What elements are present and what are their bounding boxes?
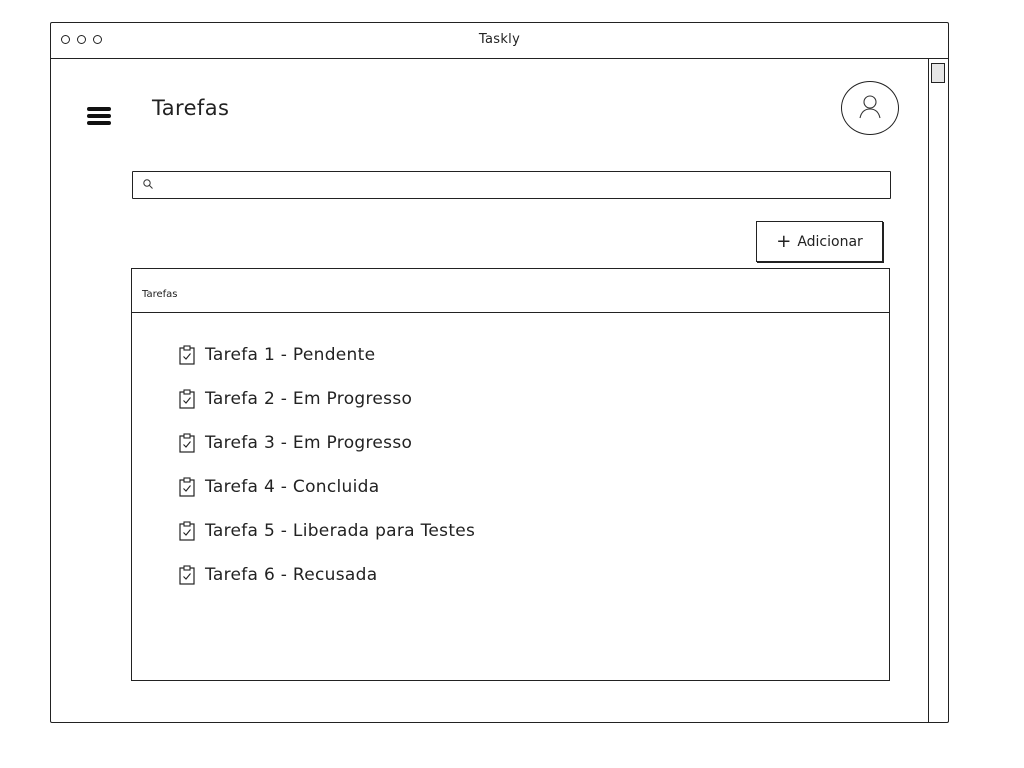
task-label: Tarefa 4 - Concluida (205, 477, 380, 497)
add-button-label: Adicionar (797, 233, 863, 250)
scrollbar-thumb[interactable] (931, 63, 945, 83)
task-list-item[interactable]: Tarefa 3 - Em Progresso (179, 421, 475, 465)
task-list-item[interactable]: Tarefa 6 - Recusada (179, 553, 475, 597)
task-list-item[interactable]: Tarefa 4 - Concluida (179, 465, 475, 509)
tasks-panel: Tarefas Tarefa 1 - Pendente Tarefa 2 - E… (131, 268, 890, 681)
search-input[interactable] (159, 175, 883, 197)
clipboard-check-icon (179, 521, 195, 541)
clipboard-check-icon (179, 389, 195, 409)
clipboard-check-icon (179, 345, 195, 365)
task-label: Tarefa 6 - Recusada (205, 565, 378, 585)
window-title: Taskly (478, 32, 521, 47)
tasks-panel-title: Tarefas (142, 289, 178, 300)
plus-icon: + (776, 230, 792, 252)
user-outline-icon (859, 95, 881, 119)
task-list-item[interactable]: Tarefa 1 - Pendente (179, 333, 475, 377)
vertical-scrollbar[interactable] (928, 59, 948, 722)
tasks-panel-header: Tarefas (132, 269, 889, 313)
clipboard-check-icon (179, 433, 195, 453)
user-avatar-icon[interactable] (841, 81, 899, 135)
task-label: Tarefa 1 - Pendente (205, 345, 376, 365)
search-bar (132, 171, 891, 199)
title-bar: Taskly (51, 23, 948, 59)
clipboard-check-icon (179, 477, 195, 497)
add-button[interactable]: + Adicionar (756, 221, 883, 262)
page-title: Tarefas (152, 96, 230, 120)
hamburger-menu-icon[interactable] (87, 107, 113, 127)
task-label: Tarefa 2 - Em Progresso (205, 389, 413, 409)
task-list-item[interactable]: Tarefa 2 - Em Progresso (179, 377, 475, 421)
app-window: Taskly Tarefas + Adicionar Tarefas Taref… (50, 22, 949, 723)
task-list: Tarefa 1 - Pendente Tarefa 2 - Em Progre… (179, 333, 475, 597)
task-list-item[interactable]: Tarefa 5 - Liberada para Testes (179, 509, 475, 553)
clipboard-check-icon (179, 565, 195, 585)
search-icon (143, 179, 153, 189)
task-label: Tarefa 5 - Liberada para Testes (205, 521, 476, 541)
task-label: Tarefa 3 - Em Progresso (205, 433, 413, 453)
